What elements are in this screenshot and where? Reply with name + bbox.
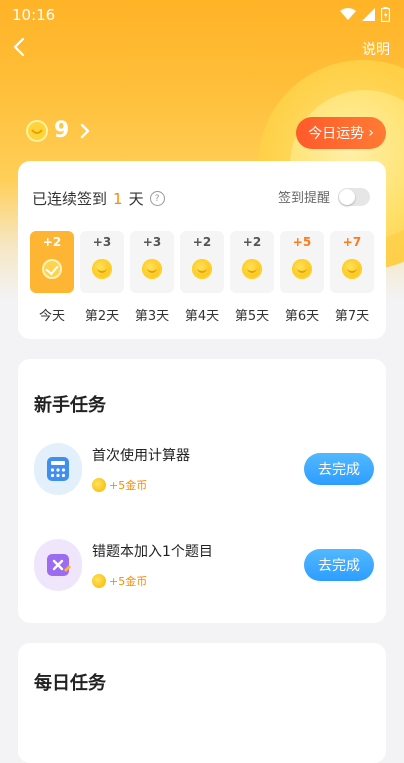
day-4[interactable]: +2 第4天 [180,231,224,324]
battery-icon [381,7,390,22]
back-arrow-icon[interactable] [10,36,30,58]
coin-icon [292,259,312,279]
day-2[interactable]: +3 第2天 [80,231,124,324]
coin-balance[interactable]: 9 [26,118,91,143]
daily-fortune-button[interactable]: 今日运势 › [296,117,386,149]
day-tile: +2 [30,231,74,293]
day-label: 第5天 [234,309,270,324]
day-label: 今天 [38,309,65,324]
checkin-days: +2 今天 +3 第2天 +3 第3天 +2 第4天 +2 第5天 +5 第6天… [30,231,376,324]
newbie-tasks-card: 新手任务 首次使用计算器 +5金币 去完成 错题本加入1个题目 +5金币 去完成 [18,359,386,623]
reminder-toggle[interactable] [338,187,370,206]
mistake-book-icon [34,539,82,591]
status-time: 10:16 [12,6,56,24]
day-5[interactable]: +2 第5天 [230,231,274,324]
help-link[interactable]: 说明 [362,39,390,59]
coin-icon [342,259,362,279]
task-reward: +5金币 [92,573,147,589]
task-item: 错题本加入1个题目 +5金币 去完成 [34,539,374,595]
day-6[interactable]: +5 第6天 [280,231,324,324]
day-label: 第3天 [134,309,170,324]
daily-fortune-label: 今日运势 [308,126,365,142]
chevron-right-icon: › [368,125,374,141]
coin-icon [192,259,212,279]
reminder-label: 签到提醒 [277,191,330,206]
day-tile: +2 [230,231,274,293]
day-tile: +2 [180,231,224,293]
complete-task-button[interactable]: 去完成 [304,549,374,581]
checkin-reminder: 签到提醒 [278,187,370,206]
day-points: +2 [192,235,212,249]
streak-days: 1 [113,189,123,208]
status-icons [340,7,390,22]
day-points: +5 [292,235,312,249]
task-item: 首次使用计算器 +5金币 去完成 [34,443,374,499]
coin-icon [242,259,262,279]
day-points: +2 [242,235,262,249]
day-1[interactable]: +2 今天 [30,231,74,324]
day-3[interactable]: +3 第3天 [130,231,174,324]
day-tile: +3 [130,231,174,293]
coin-icon [26,119,48,142]
section-title: 新手任务 [34,395,106,416]
section-title: 每日任务 [34,673,106,694]
question-icon[interactable]: ? [149,191,165,206]
status-bar: 10:16 [0,0,404,30]
day-points: +3 [92,235,112,249]
coin-icon [92,574,106,588]
day-label: 第7天 [334,309,370,324]
day-points: +3 [142,235,162,249]
coin-count: 9 [54,118,70,143]
checkin-card: 已连续签到 1 天 ? 签到提醒 +2 今天 +3 第2天 +3 第3天 +2 … [18,161,386,339]
complete-task-button[interactable]: 去完成 [304,453,374,485]
calculator-icon [34,443,82,495]
task-title: 错题本加入1个题目 [92,544,213,560]
day-points: +7 [342,235,362,249]
day-tile: +5 [280,231,324,293]
day-points: +2 [42,235,62,249]
day-tile: +7 [330,231,374,293]
checkmark-icon [42,259,62,279]
streak-prefix: 已连续签到 [32,190,108,208]
day-7[interactable]: +7 第7天 [330,231,374,324]
coin-icon [92,478,106,492]
day-label: 第4天 [184,309,220,324]
coin-icon [92,259,112,279]
wifi-icon [340,8,356,20]
task-reward: +5金币 [92,477,147,493]
day-label: 第6天 [284,309,320,324]
day-tile: +3 [80,231,124,293]
task-title: 首次使用计算器 [92,448,190,464]
streak-suffix: 天 [128,190,144,208]
day-label: 第2天 [84,309,120,324]
signal-icon [362,8,375,21]
daily-tasks-card: 每日任务 [18,643,386,763]
coin-icon [142,259,162,279]
streak-text: 已连续签到 1 天 ? [32,188,165,209]
chevron-right-icon [81,123,90,138]
task-reward-label: +5金币 [109,479,148,492]
task-reward-label: +5金币 [109,575,148,588]
